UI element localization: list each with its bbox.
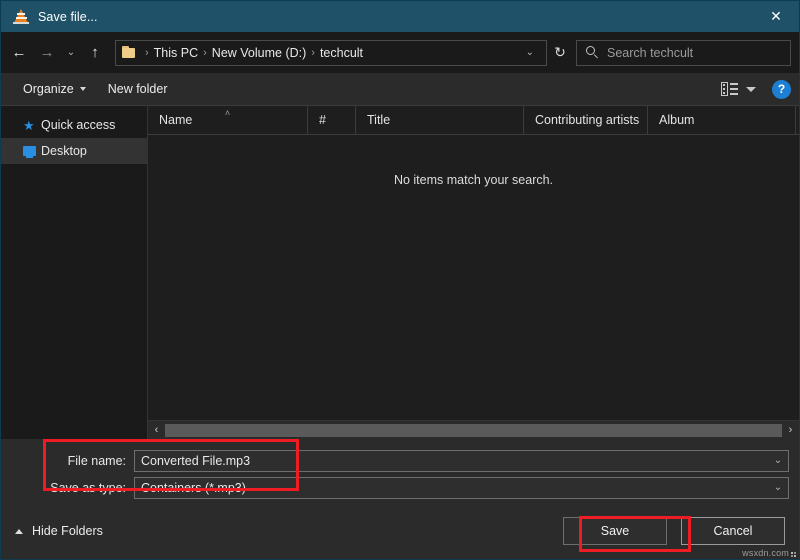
search-icon [586,46,599,59]
sidebar-item-label: Desktop [41,144,87,158]
watermark: wsxdn.com [742,548,797,558]
refresh-icon[interactable]: ↻ [547,38,573,68]
file-name-input[interactable]: Converted File.mp3 ⌄ [134,449,789,472]
column-header-contributing-artists[interactable]: Contributing artists [524,106,648,134]
save-as-type-value: Containers (*.mp3) [141,480,246,495]
watermark-logo-icon [791,552,797,558]
close-icon[interactable]: ✕ [753,1,799,32]
watermark-text: wsxdn.com [742,548,789,558]
column-header-label: Contributing artists [535,113,640,127]
monitor-icon [23,146,41,158]
forward-icon[interactable]: → [33,38,61,68]
breadcrumb-item-techcult[interactable]: techcult [320,46,363,60]
column-header-title[interactable]: Title [356,106,524,134]
scroll-right-icon[interactable]: › [782,422,799,439]
view-options-chevron-down-icon[interactable] [746,86,756,92]
search-input[interactable]: Search techcult [576,39,791,66]
search-placeholder: Search techcult [607,45,694,60]
view-layout-icon[interactable] [721,82,739,96]
breadcrumb-chevron-down-icon[interactable]: ⌄ [518,47,542,58]
help-icon[interactable]: ? [772,79,791,99]
save-file-dialog: Save file... ✕ ← → ⌄ ↑ › This PC › New V… [0,0,800,560]
star-icon: ★ [23,117,35,133]
vlc-cone-icon [13,8,29,25]
hide-folders-label: Hide Folders [32,524,103,538]
scrollbar-thumb[interactable] [165,423,782,437]
cancel-button[interactable]: Cancel [681,517,785,545]
save-button[interactable]: Save [563,517,667,545]
back-icon[interactable]: ← [5,38,33,68]
empty-list-message: No items match your search. [393,173,554,187]
breadcrumb-item-new-volume[interactable]: New Volume (D:) [212,46,306,60]
scrollbar-track[interactable] [165,421,782,439]
save-as-type-row: Save as type: Containers (*.mp3) ⌄ [1,476,799,499]
column-header-label: Album [659,113,695,127]
sort-ascending-icon: ˄ [224,108,231,118]
chevron-down-icon[interactable]: ⌄ [768,455,788,466]
column-headers: ˄ Name # Title Contributing artists Albu… [148,106,799,135]
sidebar-item-desktop[interactable]: Desktop [1,138,147,164]
address-bar: ← → ⌄ ↑ › This PC › New Volume (D:) › te… [1,32,799,73]
command-toolbar: Organize New folder ? [1,73,799,106]
dialog-footer: Hide Folders Save Cancel wsxdn.com [1,503,799,559]
breadcrumb-item-this-pc[interactable]: This PC [154,46,198,60]
breadcrumb-separator-0: › [145,46,149,59]
scroll-left-icon[interactable]: ‹ [148,422,165,439]
recent-locations-chevron-down-icon[interactable]: ⌄ [61,38,81,68]
dialog-body: ★ Quick access Desktop ˄ Name # Title Co… [1,106,799,439]
window-title: Save file... [38,9,98,24]
chevron-up-icon [15,528,23,534]
organize-button[interactable]: Organize [15,78,94,100]
organize-label: Organize [23,82,74,96]
file-list-pane: ˄ Name # Title Contributing artists Albu… [148,106,799,439]
breadcrumb-separator-2: › [311,46,315,59]
sidebar-item-label: Quick access [41,118,116,132]
file-list[interactable]: No items match your search. [148,135,799,420]
save-as-type-select[interactable]: Containers (*.mp3) ⌄ [134,476,789,499]
hide-folders-button[interactable]: Hide Folders [15,524,103,538]
breadcrumb[interactable]: › This PC › New Volume (D:) › techcult ⌄ [115,39,547,66]
navigation-sidebar: ★ Quick access Desktop [1,106,148,439]
horizontal-scrollbar[interactable]: ‹ › [148,420,799,439]
new-folder-button[interactable]: New folder [100,78,176,100]
file-name-value: Converted File.mp3 [141,453,251,468]
file-name-row: File name: Converted File.mp3 ⌄ [1,449,799,472]
folder-icon [122,46,137,59]
save-form: File name: Converted File.mp3 ⌄ Save as … [1,439,799,503]
column-header-track-number[interactable]: # [308,106,356,134]
column-header-label: Title [367,113,391,127]
save-as-type-label: Save as type: [50,480,126,495]
breadcrumb-separator-1: › [203,46,207,59]
title-bar: Save file... ✕ [1,1,799,32]
file-name-label: File name: [67,453,126,468]
column-header-name[interactable]: ˄ Name [148,106,308,134]
up-icon[interactable]: ↑ [81,38,109,68]
column-header-label: Name [159,113,193,127]
column-header-label: # [319,113,326,127]
column-header-album[interactable]: Album [648,106,796,134]
chevron-down-icon [79,87,86,91]
sidebar-item-quick-access[interactable]: ★ Quick access [1,112,147,138]
chevron-down-icon[interactable]: ⌄ [768,482,788,493]
